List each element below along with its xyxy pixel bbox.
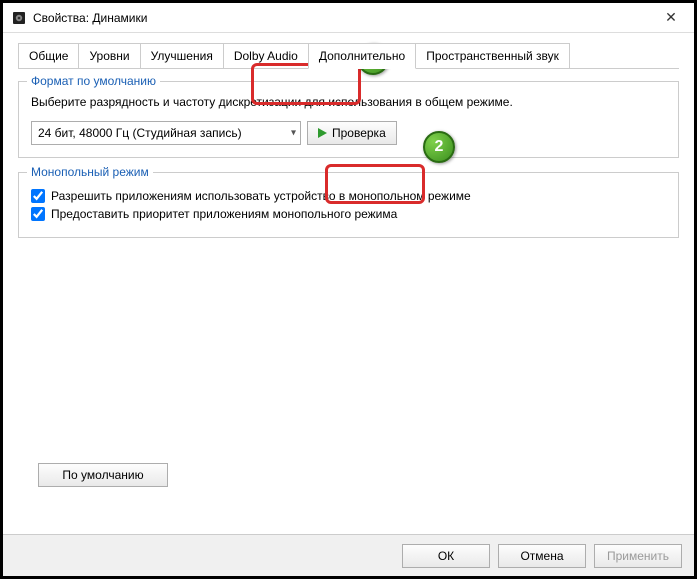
- format-select[interactable]: 24 бит, 48000 Гц (Студийная запись) ▾: [31, 121, 301, 145]
- tab-dolby[interactable]: Dolby Audio: [223, 43, 309, 68]
- apply-label: Применить: [607, 549, 669, 563]
- content-area: Общие Уровни Улучшения Dolby Audio Допол…: [3, 33, 694, 534]
- cancel-button[interactable]: Отмена: [498, 544, 586, 568]
- restore-defaults-row: По умолчанию: [38, 463, 168, 487]
- restore-defaults-label: По умолчанию: [62, 468, 143, 482]
- close-button[interactable]: ✕: [656, 9, 686, 26]
- test-button-label: Проверка: [332, 126, 386, 140]
- default-format-legend: Формат по умолчанию: [27, 74, 160, 88]
- default-format-desc: Выберите разрядность и частоту дискретиз…: [31, 94, 666, 111]
- tab-spatial[interactable]: Пространственный звук: [415, 43, 570, 68]
- apply-button[interactable]: Применить: [594, 544, 682, 568]
- ok-button[interactable]: ОК: [402, 544, 490, 568]
- exclusive-priority-label: Предоставить приоритет приложениям моноп…: [51, 207, 397, 221]
- exclusive-legend: Монопольный режим: [27, 165, 153, 179]
- ok-label: ОК: [438, 549, 454, 563]
- default-format-group: Формат по умолчанию Выберите разрядность…: [18, 81, 679, 158]
- exclusive-priority-checkbox[interactable]: [31, 207, 45, 221]
- window-title: Свойства: Динамики: [33, 11, 656, 25]
- test-button[interactable]: Проверка: [307, 121, 397, 145]
- tab-advanced[interactable]: Дополнительно: [308, 43, 416, 69]
- exclusive-allow-checkbox[interactable]: [31, 189, 45, 203]
- speaker-icon: [11, 10, 27, 26]
- play-icon: [318, 128, 327, 138]
- tab-enhancements[interactable]: Улучшения: [140, 43, 224, 68]
- tab-levels[interactable]: Уровни: [78, 43, 140, 68]
- dialog-footer: ОК Отмена Применить: [3, 534, 694, 576]
- tab-general[interactable]: Общие: [18, 43, 79, 68]
- titlebar: Свойства: Динамики ✕: [3, 3, 694, 33]
- exclusive-allow-row[interactable]: Разрешить приложениям использовать устро…: [31, 189, 666, 203]
- format-select-value: 24 бит, 48000 Гц (Студийная запись): [38, 126, 242, 140]
- chevron-down-icon: ▾: [291, 127, 296, 138]
- cancel-label: Отмена: [520, 549, 563, 563]
- tab-strip: Общие Уровни Улучшения Dolby Audio Допол…: [18, 43, 679, 69]
- exclusive-allow-label: Разрешить приложениям использовать устро…: [51, 189, 471, 203]
- exclusive-mode-group: Монопольный режим Разрешить приложениям …: [18, 172, 679, 238]
- exclusive-priority-row[interactable]: Предоставить приоритет приложениям моноп…: [31, 207, 666, 221]
- restore-defaults-button[interactable]: По умолчанию: [38, 463, 168, 487]
